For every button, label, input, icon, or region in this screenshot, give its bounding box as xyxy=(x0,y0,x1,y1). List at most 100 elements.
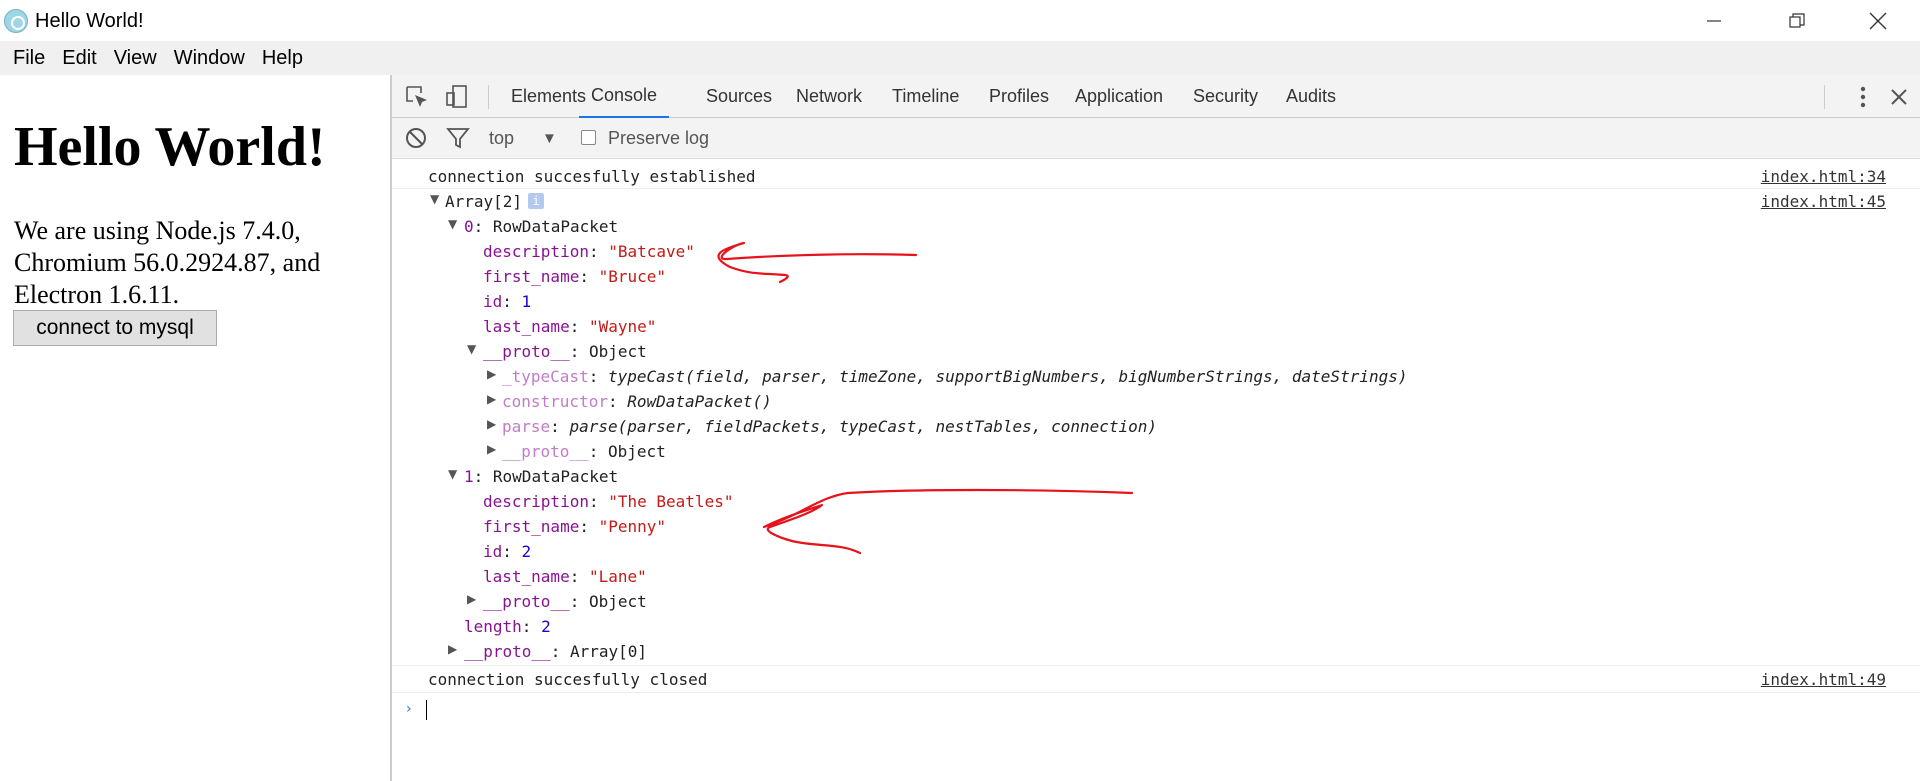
property-value: 2 xyxy=(541,617,551,636)
menu-edit[interactable]: Edit xyxy=(54,47,105,70)
toolbar-divider xyxy=(488,85,489,109)
close-devtools-icon[interactable] xyxy=(1886,84,1912,110)
clear-console-icon[interactable] xyxy=(404,126,430,152)
console-message: connection succesfully established index… xyxy=(392,164,1920,189)
property-key: description xyxy=(483,492,589,511)
property-key: __proto__ xyxy=(464,642,551,661)
console-output: connection succesfully established index… xyxy=(392,159,1920,781)
console-prompt[interactable]: › xyxy=(392,695,1920,725)
tree-item[interactable]: ▶ __proto__: Object xyxy=(392,589,1920,614)
property-value: : Array[0] xyxy=(550,642,648,661)
page-content: Hello World! We are using Node.js 7.4.0,… xyxy=(0,75,390,781)
expand-triangle-icon[interactable]: ▼ xyxy=(448,217,457,231)
tree-item[interactable]: ▼ __proto__: Object xyxy=(392,339,1920,364)
separator: : xyxy=(579,517,599,536)
preserve-log-checkbox[interactable] xyxy=(581,130,596,145)
console-toolbar: top ▼ Preserve log xyxy=(392,118,1920,159)
tab-profiles[interactable]: Profiles xyxy=(989,75,1049,118)
tree-item: length: 2 xyxy=(392,614,1920,639)
tree-item: id: 2 xyxy=(392,539,1920,564)
minimize-button[interactable] xyxy=(1674,0,1754,41)
tree-item[interactable]: ▶ _typeCast: typeCast(field, parser, tim… xyxy=(392,364,1920,389)
tab-audits[interactable]: Audits xyxy=(1286,75,1336,118)
tree-item[interactable]: ▼ 0: RowDataPacket xyxy=(392,214,1920,239)
property-key: _typeCast xyxy=(502,367,589,386)
console-message: connection succesfully closed index.html… xyxy=(392,667,1920,692)
tree-item: last_name: "Lane" xyxy=(392,564,1920,589)
tree-item[interactable]: ▶ constructor: RowDataPacket() xyxy=(392,389,1920,414)
tree-item[interactable]: ▶ __proto__: Array[0] xyxy=(392,639,1920,664)
tab-console[interactable]: Console xyxy=(579,75,670,118)
property-value: "Bruce" xyxy=(598,267,667,286)
separator: : xyxy=(502,292,522,311)
collapsed-triangle-icon[interactable]: ▶ xyxy=(448,642,457,656)
connect-mysql-button[interactable]: connect to mysql xyxy=(13,310,217,346)
separator: : xyxy=(579,267,599,286)
property-key: __proto__ xyxy=(483,592,570,611)
devtools-tab-bar: Elements Console Sources Network Timelin… xyxy=(392,75,1920,118)
array-log-header[interactable]: ▼ Array[2] i index.html:45 xyxy=(392,189,1920,214)
menu-file[interactable]: File xyxy=(5,47,54,70)
property-key: 1 xyxy=(464,467,474,486)
inspect-element-icon[interactable] xyxy=(404,84,430,110)
chevron-down-icon[interactable]: ▼ xyxy=(542,130,557,147)
filter-icon[interactable] xyxy=(446,126,472,152)
source-link[interactable]: index.html:45 xyxy=(1761,192,1886,211)
collapsed-triangle-icon[interactable]: ▶ xyxy=(467,592,476,606)
property-key: last_name xyxy=(483,567,570,586)
menu-view[interactable]: View xyxy=(106,47,166,70)
device-toolbar-icon[interactable] xyxy=(444,84,470,110)
property-key: parse xyxy=(502,417,551,436)
property-key: length xyxy=(464,617,522,636)
separator: : xyxy=(588,242,609,261)
tab-timeline[interactable]: Timeline xyxy=(892,75,959,118)
expand-triangle-icon[interactable]: ▼ xyxy=(467,342,476,356)
message-text: connection succesfully closed xyxy=(428,670,708,689)
property-value: "Batcave" xyxy=(608,242,695,261)
close-icon xyxy=(1869,12,1887,29)
tab-sources[interactable]: Sources xyxy=(706,75,772,118)
tree-item[interactable]: ▶ __proto__: Object xyxy=(392,439,1920,464)
tab-network[interactable]: Network xyxy=(796,75,862,118)
collapsed-triangle-icon[interactable]: ▶ xyxy=(487,392,496,406)
tree-item: last_name: "Wayne" xyxy=(392,314,1920,339)
separator: : xyxy=(569,317,589,336)
more-options-icon[interactable] xyxy=(1850,84,1876,110)
property-value: "Penny" xyxy=(598,517,667,536)
restore-icon xyxy=(1789,12,1805,28)
tab-elements[interactable]: Elements xyxy=(511,75,586,118)
collapsed-triangle-icon[interactable]: ▶ xyxy=(487,367,496,381)
tree-item[interactable]: ▶ parse: parse(parser, fieldPackets, typ… xyxy=(392,414,1920,439)
source-link[interactable]: index.html:49 xyxy=(1761,670,1886,689)
property-key: 0 xyxy=(464,217,474,236)
menu-help[interactable]: Help xyxy=(254,47,312,70)
property-key: description xyxy=(483,242,589,261)
tab-application[interactable]: Application xyxy=(1075,75,1163,118)
collapsed-triangle-icon[interactable]: ▶ xyxy=(487,417,496,431)
property-value: RowDataPacket() xyxy=(627,392,772,411)
tree-item[interactable]: ▼ 1: RowDataPacket xyxy=(392,464,1920,489)
separator: : xyxy=(569,567,589,586)
source-link[interactable]: index.html:34 xyxy=(1761,167,1886,186)
context-selector[interactable]: top xyxy=(489,128,514,149)
tree-item: id: 1 xyxy=(392,289,1920,314)
separator: : xyxy=(588,367,608,386)
menu-window[interactable]: Window xyxy=(166,47,254,70)
close-window-button[interactable] xyxy=(1838,0,1918,41)
property-value: "Lane" xyxy=(588,567,647,586)
minimize-icon xyxy=(1707,19,1721,22)
separator: : xyxy=(502,542,522,561)
property-key: last_name xyxy=(483,317,570,336)
info-icon: i xyxy=(528,192,545,209)
property-key: __proto__ xyxy=(483,342,570,361)
message-divider xyxy=(392,692,1920,693)
tree-item: description: "Batcave" xyxy=(392,239,1920,264)
expand-triangle-icon[interactable]: ▼ xyxy=(430,192,439,206)
array-label: Array[2] xyxy=(445,192,523,211)
tab-security[interactable]: Security xyxy=(1193,75,1258,118)
message-text: connection succesfully established xyxy=(428,167,756,186)
collapsed-triangle-icon[interactable]: ▶ xyxy=(487,442,496,456)
separator: : xyxy=(588,492,609,511)
expand-triangle-icon[interactable]: ▼ xyxy=(448,467,457,481)
restore-button[interactable] xyxy=(1757,0,1837,41)
